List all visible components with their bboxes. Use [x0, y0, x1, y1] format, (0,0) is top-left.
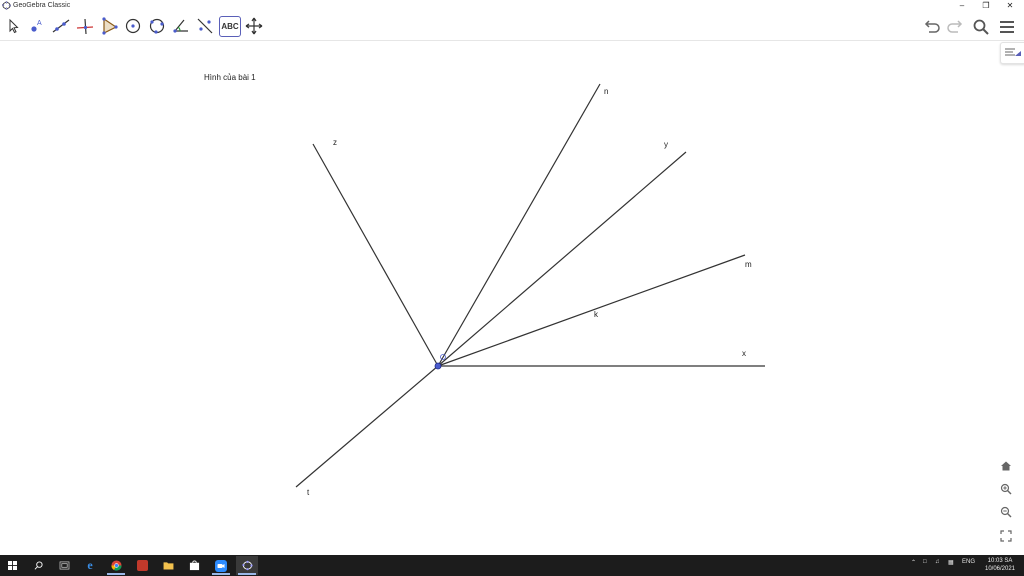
label-y: y — [664, 140, 668, 149]
point-o[interactable] — [434, 362, 442, 370]
zoom-app-icon[interactable] — [210, 556, 232, 575]
figure-caption: Hình của bài 1 — [204, 73, 256, 82]
graphics-view[interactable] — [0, 41, 1024, 554]
angle-tool-icon[interactable] — [170, 15, 192, 37]
undo-icon[interactable] — [920, 16, 942, 38]
move-view-tool-icon[interactable] — [243, 15, 265, 37]
clock-date: 10/06/2021 — [984, 566, 1016, 572]
reflect-tool-icon[interactable] — [194, 15, 216, 37]
chrome-browser-icon[interactable] — [105, 556, 127, 575]
edge-browser-icon[interactable]: e — [79, 556, 101, 575]
network-icon[interactable]: □ — [923, 559, 927, 565]
ray-ot[interactable] — [295, 365, 439, 488]
ray-on[interactable] — [437, 83, 601, 367]
label-n: n — [604, 87, 609, 96]
input-language[interactable]: ENG — [962, 559, 975, 565]
fullscreen-icon — [1000, 530, 1012, 542]
polygon-tool-icon[interactable] — [98, 15, 120, 37]
label-k: k — [594, 310, 598, 319]
circle-three-points-tool-icon[interactable] — [146, 15, 168, 37]
taskbar-search-icon[interactable] — [27, 556, 49, 575]
search-icon[interactable] — [970, 16, 992, 38]
app-red-icon[interactable] — [131, 556, 153, 575]
text-tool-label: ABC — [221, 22, 239, 31]
window-title: GeoGebra Classic — [13, 2, 71, 9]
circle-tool-icon[interactable] — [122, 15, 144, 37]
svg-text:A: A — [37, 20, 42, 27]
perpendicular-tool-icon[interactable] — [74, 15, 96, 37]
volume-icon[interactable]: ♫ — [935, 559, 940, 565]
restore-button[interactable]: ❐ — [974, 0, 998, 12]
minimize-button[interactable]: – — [950, 0, 974, 12]
label-x: x — [742, 349, 746, 358]
home-icon — [1001, 461, 1011, 471]
tray-chevron-icon[interactable]: ⌃ — [911, 559, 916, 566]
zoom-in-button[interactable] — [996, 479, 1016, 499]
label-m: m — [745, 260, 752, 269]
fullscreen-button[interactable] — [996, 526, 1016, 546]
ray-oy[interactable] — [437, 151, 687, 367]
close-button[interactable]: ✕ — [998, 0, 1022, 12]
label-t: t — [307, 488, 310, 497]
window-titlebar: GeoGebra Classic – ❐ ✕ — [0, 0, 1024, 12]
geometry-drawing[interactable] — [0, 41, 1024, 554]
taskbar-clock[interactable]: 10:03 SA 10/06/2021 — [978, 557, 1022, 573]
ray-om[interactable] — [437, 254, 746, 367]
text-tool[interactable]: ABC — [219, 16, 241, 37]
windows-start-icon[interactable] — [1, 556, 23, 575]
home-view-button[interactable] — [996, 456, 1016, 476]
geogebra-app-icon — [2, 1, 11, 10]
store-icon[interactable] — [183, 556, 205, 575]
notification-icon[interactable]: ▦ — [948, 559, 954, 566]
menu-icon[interactable] — [996, 16, 1018, 38]
ray-oz[interactable] — [312, 143, 439, 367]
label-z: z — [333, 138, 337, 147]
zoom-in-icon — [1000, 483, 1012, 495]
toolbar: A ABC — [0, 12, 1024, 41]
file-explorer-icon[interactable] — [157, 556, 179, 575]
os-taskbar: e ⌃ □ ♫ ▦ ENG 10:03 SA 10/06/2021 — [0, 555, 1024, 576]
move-tool-icon[interactable] — [2, 15, 24, 37]
zoom-out-button[interactable] — [996, 502, 1016, 522]
zoom-out-icon — [1000, 506, 1012, 518]
clock-time: 10:03 SA — [987, 558, 1013, 564]
task-view-icon[interactable] — [53, 556, 75, 575]
line-tool-icon[interactable] — [50, 15, 72, 37]
redo-icon[interactable] — [945, 16, 967, 38]
geogebra-taskbar-icon[interactable] — [236, 556, 258, 575]
point-tool-icon[interactable]: A — [26, 15, 48, 37]
